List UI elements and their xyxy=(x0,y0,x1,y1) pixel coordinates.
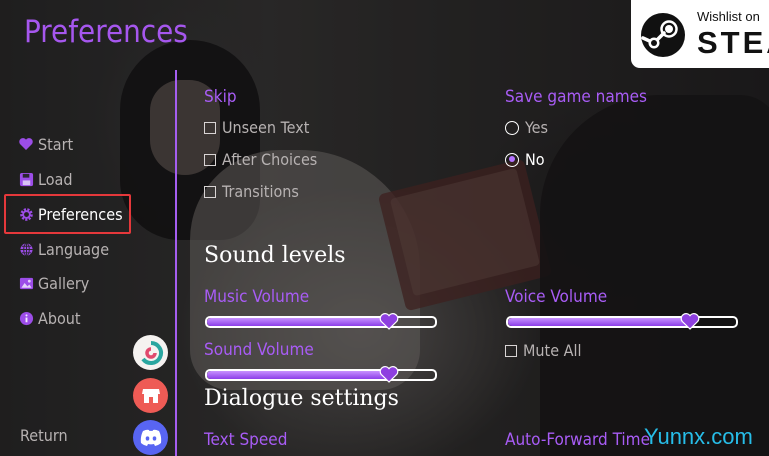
heart-slider-thumb-icon[interactable] xyxy=(379,365,399,383)
store-icon xyxy=(141,388,160,403)
mute-all-label: Mute All xyxy=(523,341,582,360)
steam-wishlist-button[interactable]: Wishlist on STEAM xyxy=(631,0,769,68)
nav-load-label: Load xyxy=(38,169,73,189)
nav-selection-highlight xyxy=(4,194,131,234)
nav-language-label: Language xyxy=(38,239,110,259)
discord-icon xyxy=(140,429,161,446)
save-icon xyxy=(18,171,34,187)
return-button[interactable]: Return xyxy=(20,426,68,445)
voice-volume-label: Voice Volume xyxy=(505,287,608,307)
save-names-yes-radio[interactable]: Yes xyxy=(505,118,548,137)
skip-after-choices-checkbox[interactable]: After Choices xyxy=(204,150,317,169)
checkbox-box xyxy=(204,121,216,134)
skip-unseen-text-label: Unseen Text xyxy=(222,118,310,137)
nav-start[interactable]: Start xyxy=(18,132,73,156)
checkbox-box xyxy=(204,185,216,198)
steam-wishlist-text: Wishlist on xyxy=(697,9,760,24)
discord-button[interactable] xyxy=(133,420,168,455)
mute-all-checkbox[interactable]: Mute All xyxy=(505,341,581,360)
slider-fill xyxy=(508,318,691,326)
store-button[interactable] xyxy=(133,378,168,413)
page-title: Preferences xyxy=(24,14,188,50)
nav-start-label: Start xyxy=(38,134,74,154)
music-volume-slider[interactable] xyxy=(205,313,437,330)
sound-volume-label: Sound Volume xyxy=(204,340,314,360)
itch-io-icon xyxy=(140,340,163,365)
save-names-no-label: No xyxy=(525,150,545,169)
nav-about[interactable]: About xyxy=(18,306,81,330)
dialogue-settings-heading: Dialogue settings xyxy=(204,386,399,411)
nav-gallery-label: Gallery xyxy=(38,273,90,293)
text-speed-label: Text Speed xyxy=(204,430,288,450)
radio-circle-selected xyxy=(505,152,519,167)
nav-divider xyxy=(175,70,177,456)
nav-load[interactable]: Load xyxy=(18,167,73,191)
voice-volume-slider[interactable] xyxy=(506,313,738,330)
itch-io-button[interactable] xyxy=(133,335,168,370)
sound-volume-slider[interactable] xyxy=(205,366,437,383)
slider-fill xyxy=(207,318,390,326)
auto-forward-time-label: Auto-Forward Time xyxy=(505,430,650,450)
heart-icon xyxy=(18,136,34,152)
checkbox-box xyxy=(505,344,517,357)
checkbox-box xyxy=(204,153,216,166)
skip-transitions-checkbox[interactable]: Transitions xyxy=(204,182,299,201)
save-names-yes-label: Yes xyxy=(525,118,549,137)
watermark-text: Yunnx.com xyxy=(644,424,753,449)
steam-wordmark: STEAM xyxy=(697,25,769,60)
globe-icon xyxy=(18,241,34,257)
radio-circle xyxy=(505,120,519,135)
skip-label: Skip xyxy=(204,87,237,107)
save-game-names-label: Save game names xyxy=(505,87,648,107)
info-icon xyxy=(18,310,34,326)
music-volume-label: Music Volume xyxy=(204,287,310,307)
save-names-no-radio[interactable]: No xyxy=(505,150,545,169)
heart-slider-thumb-icon[interactable] xyxy=(680,312,700,330)
nav-language[interactable]: Language xyxy=(18,237,109,261)
slider-fill xyxy=(207,371,390,379)
sound-levels-heading: Sound levels xyxy=(204,243,346,268)
skip-after-choices-label: After Choices xyxy=(222,150,318,169)
nav-about-label: About xyxy=(38,308,81,328)
skip-transitions-label: Transitions xyxy=(222,182,299,201)
skip-unseen-text-checkbox[interactable]: Unseen Text xyxy=(204,118,309,137)
image-icon xyxy=(18,275,34,291)
heart-slider-thumb-icon[interactable] xyxy=(379,312,399,330)
nav-gallery[interactable]: Gallery xyxy=(18,271,89,295)
steam-logo-icon xyxy=(641,13,685,57)
